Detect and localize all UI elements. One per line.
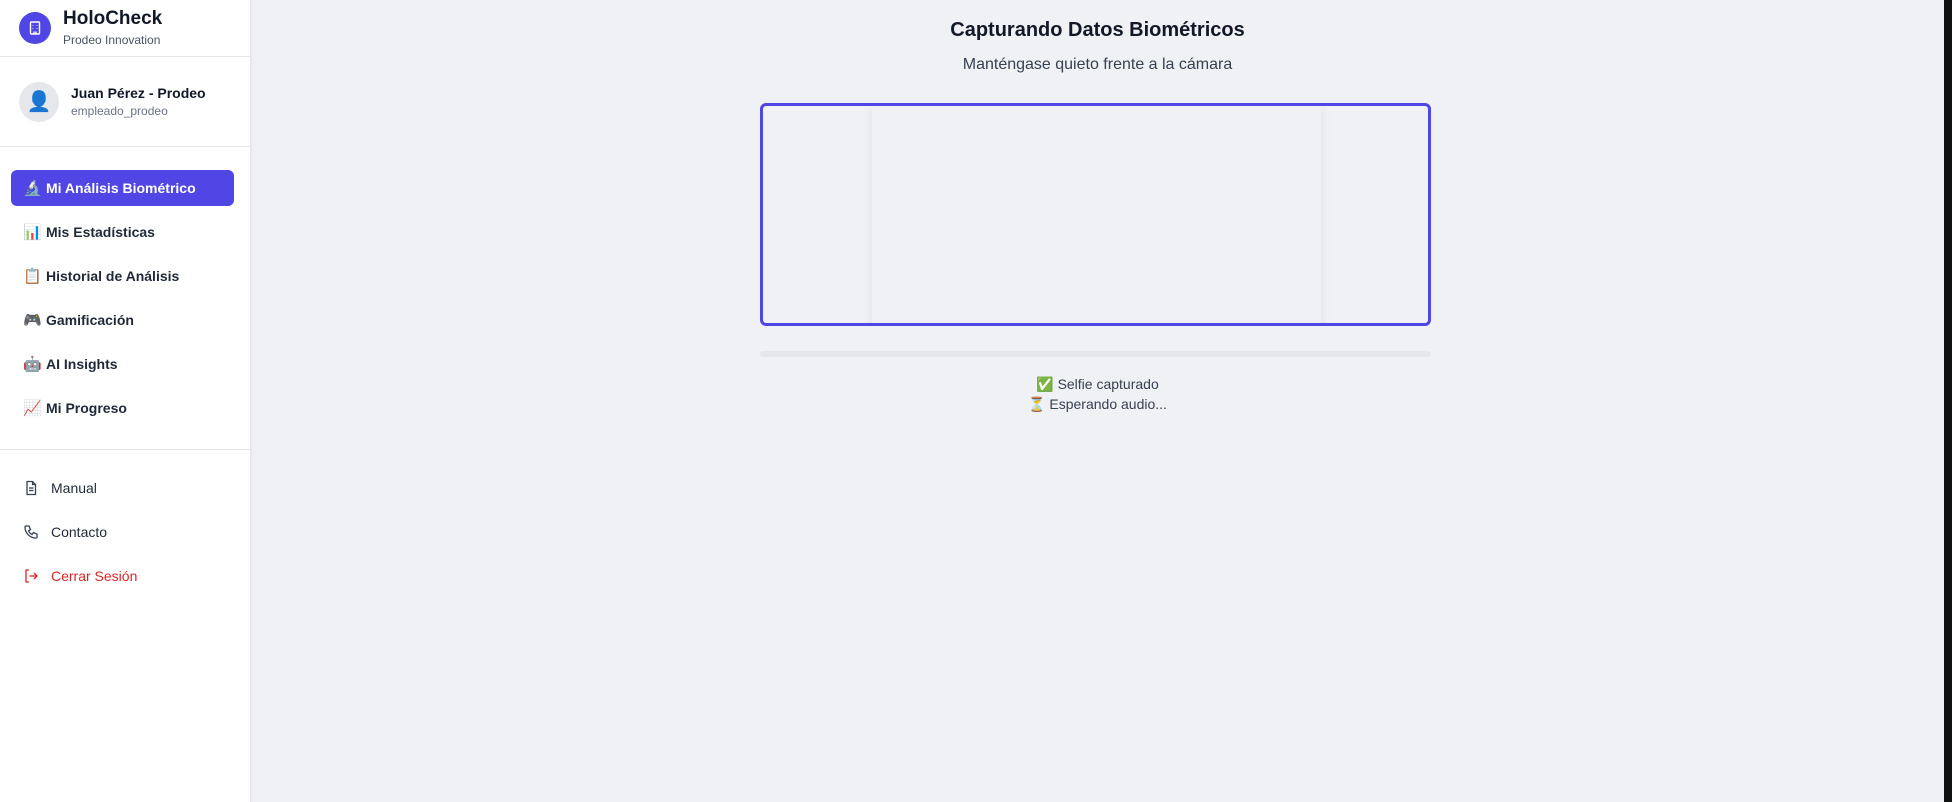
microscope-icon: 🔬 (23, 180, 42, 197)
capture-status: ✅ Selfie capturado ⏳ Esperando audio... (251, 374, 1944, 414)
sidebar-item-label: Manual (51, 480, 97, 496)
sidebar-item-label: Mis Estadísticas (46, 224, 155, 240)
sidebar-item-label: Historial de Análisis (46, 268, 180, 284)
hourglass-icon: ⏳ (1028, 396, 1046, 412)
status-line-audio: ⏳ Esperando audio... (251, 394, 1944, 414)
user-profile: 👤 Juan Pérez - Prodeo empleado_prodeo (0, 57, 250, 147)
robot-icon: 🤖 (23, 356, 42, 373)
trend-up-icon: 📈 (23, 400, 42, 417)
sidebar-item-ai-insights[interactable]: 🤖 AI Insights (11, 346, 234, 382)
logout-button[interactable]: Cerrar Sesión (23, 558, 250, 594)
game-controller-icon: 🎮 (23, 312, 42, 329)
sidebar-item-label: Gamificación (46, 312, 134, 328)
sidebar-item-label: Mi Progreso (46, 400, 127, 416)
avatar: 👤 (19, 81, 59, 122)
camera-capture-frame (760, 103, 1431, 326)
check-icon: ✅ (1036, 376, 1054, 392)
bar-chart-icon: 📊 (23, 224, 42, 241)
sidebar-item-historial[interactable]: 📋 Historial de Análisis (11, 258, 234, 294)
clipboard-icon: 📋 (23, 268, 42, 285)
sidebar-item-estadisticas[interactable]: 📊 Mis Estadísticas (11, 214, 234, 250)
brand-subtitle: Prodeo Innovation (63, 33, 161, 47)
document-icon (26, 480, 37, 496)
window-edge (1944, 0, 1952, 802)
main-content: Capturando Datos Biométricos Manténgase … (251, 0, 1952, 802)
sidebar-item-contacto[interactable]: Contacto (23, 514, 250, 550)
sidebar-nav: 🔬 Mi Análisis Biométrico 📊 Mis Estadísti… (0, 147, 250, 450)
sidebar-item-progreso[interactable]: 📈 Mi Progreso (11, 390, 234, 426)
page-title: Capturando Datos Biométricos (950, 19, 1245, 41)
sidebar: HoloCheck Prodeo Innovation 👤 Juan Pérez… (0, 0, 251, 802)
phone-icon (24, 525, 38, 539)
building-icon (19, 12, 51, 44)
status-text: Selfie capturado (1057, 376, 1159, 392)
sidebar-item-label: Cerrar Sesión (51, 568, 138, 584)
sidebar-item-label: Mi Análisis Biométrico (46, 180, 196, 196)
sidebar-item-label: AI Insights (46, 356, 118, 372)
user-handle: empleado_prodeo (71, 104, 168, 118)
sidebar-item-gamificacion[interactable]: 🎮 Gamificación (11, 302, 234, 338)
status-text: Esperando audio... (1049, 396, 1167, 412)
sidebar-item-manual[interactable]: Manual (23, 470, 250, 506)
status-line-selfie: ✅ Selfie capturado (251, 374, 1944, 394)
brand-header[interactable]: HoloCheck Prodeo Innovation (0, 0, 250, 57)
sidebar-links: Manual Contacto Cerrar Sesión (0, 450, 250, 594)
page-subtitle: Manténgase quieto frente a la cámara (962, 56, 1233, 73)
brand-title: HoloCheck (63, 8, 163, 29)
sidebar-item-label: Contacto (51, 524, 108, 540)
user-name: Juan Pérez - Prodeo (71, 85, 206, 101)
capture-progress-bar (760, 351, 1431, 357)
camera-preview (872, 106, 1321, 323)
logout-icon (25, 569, 38, 583)
sidebar-item-analisis-biometrico[interactable]: 🔬 Mi Análisis Biométrico (11, 170, 234, 206)
